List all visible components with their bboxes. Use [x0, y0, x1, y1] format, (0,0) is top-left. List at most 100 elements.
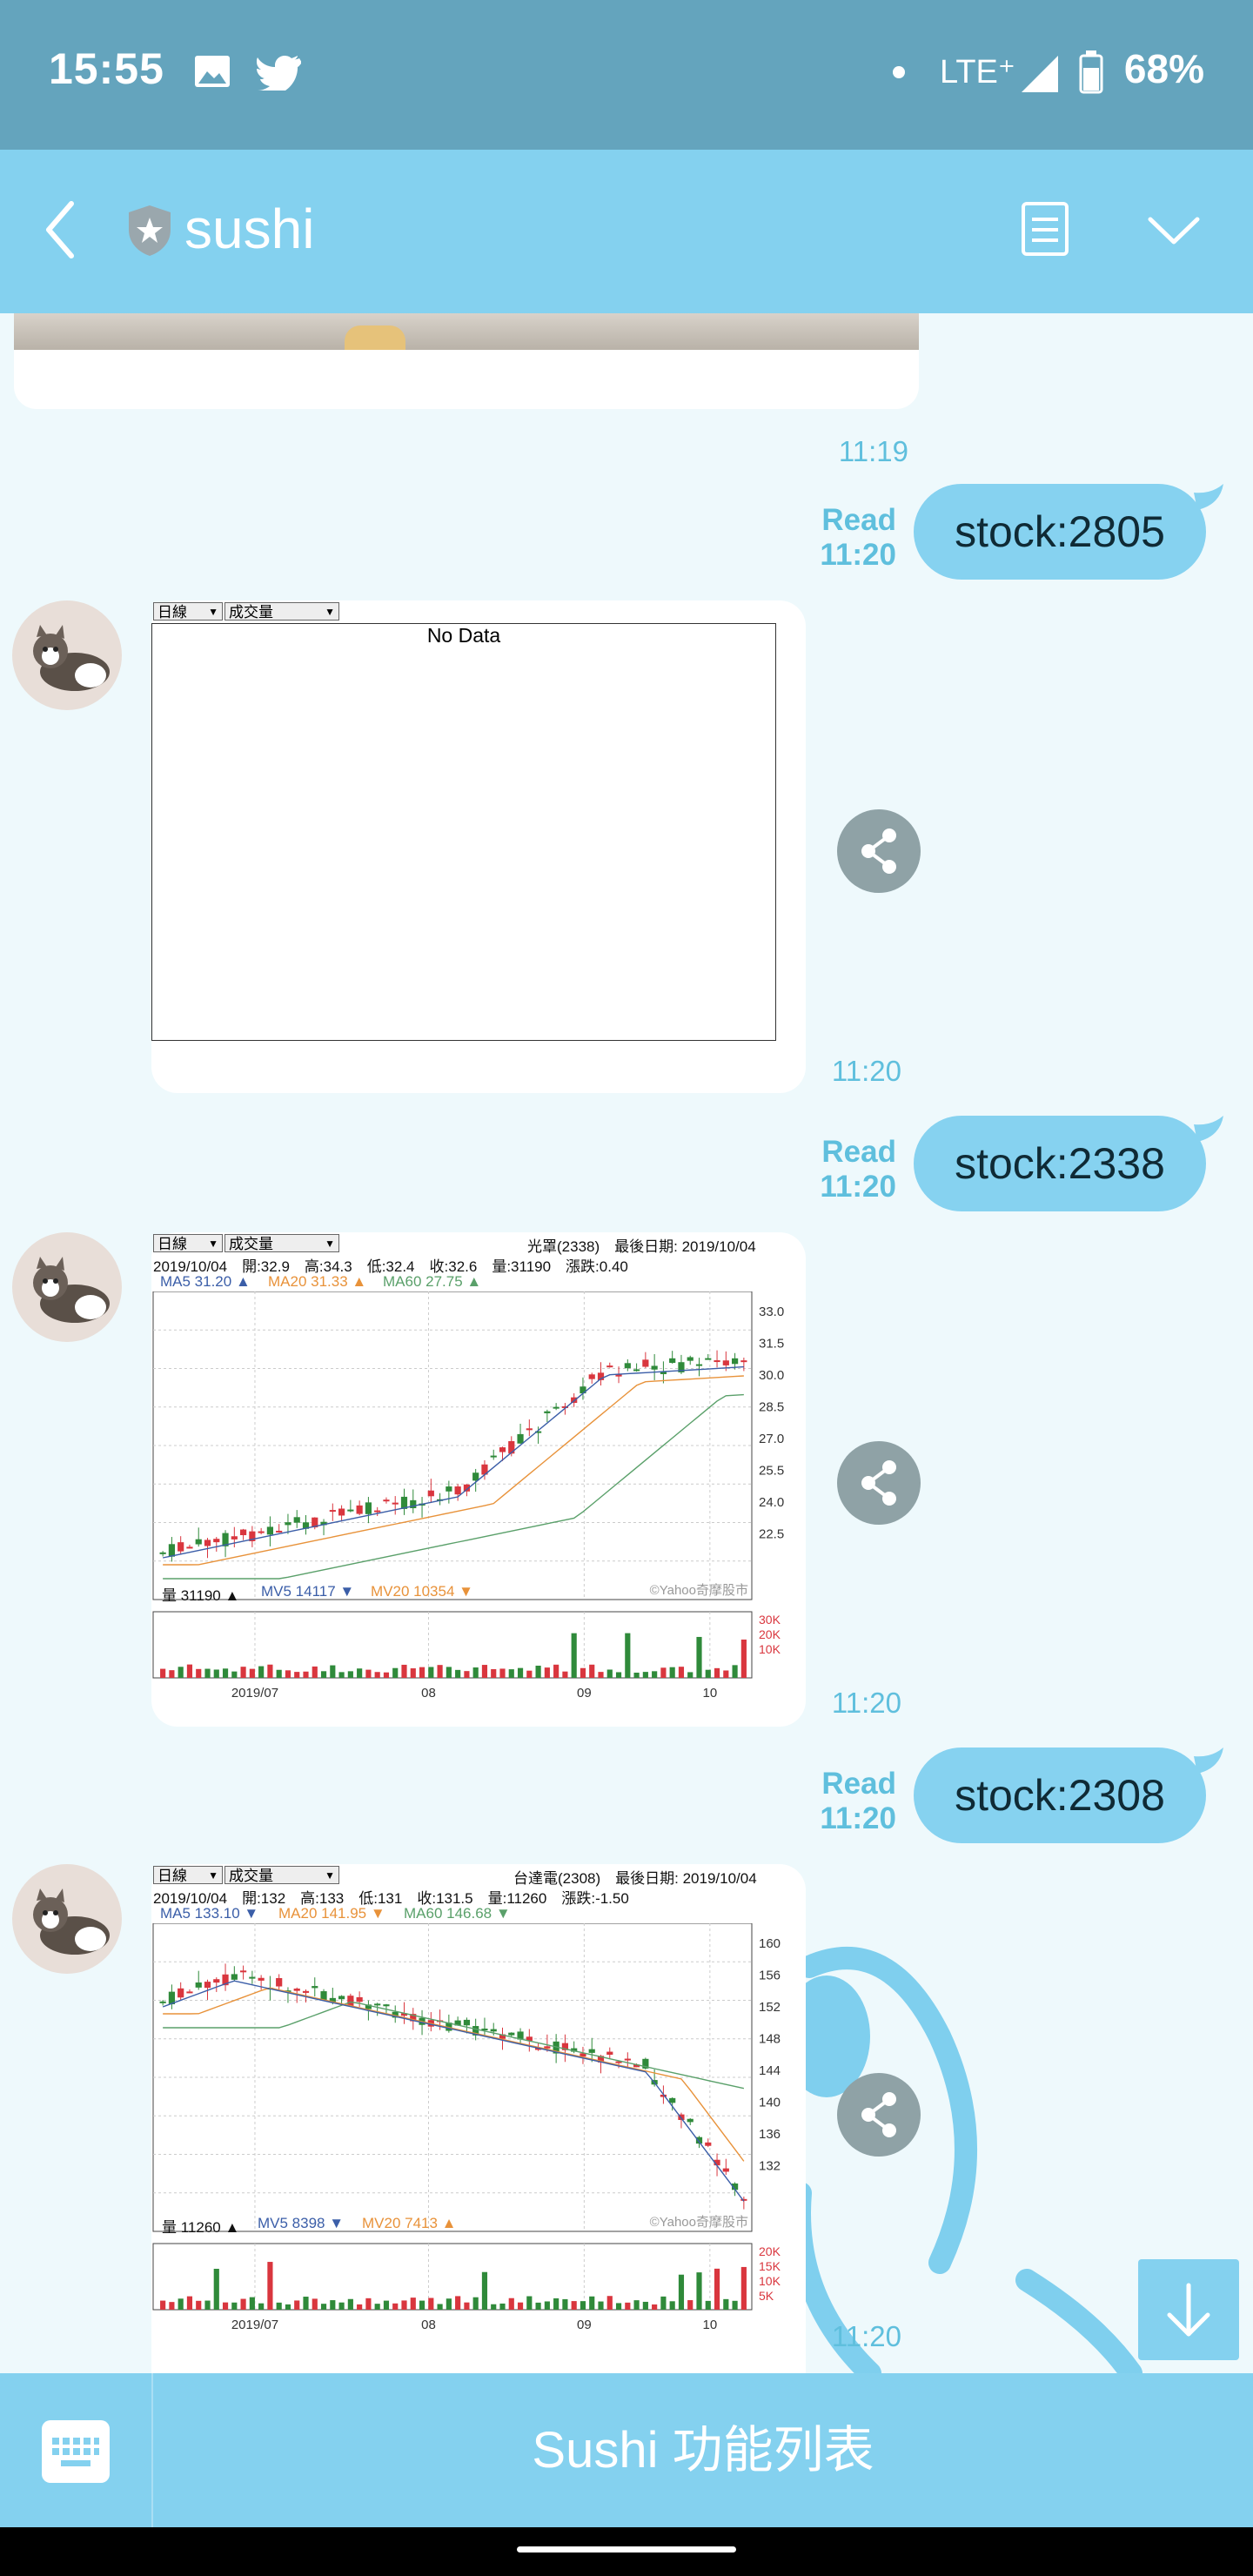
share-button[interactable]: [837, 1441, 921, 1525]
x-tick-label: 09: [577, 2318, 592, 2332]
candle-body: [285, 1522, 291, 1526]
volume-bar: [705, 1669, 711, 1678]
volume-bar: [687, 1672, 694, 1678]
candle-body: [544, 2046, 551, 2049]
photo-thumbnail[interactable]: [14, 313, 919, 350]
volume-bar: [589, 2296, 595, 2310]
volume-bar: [580, 2301, 586, 2310]
stock-chart-card[interactable]: 日線 ▼ 成交量 ▼ 光罩(2338) 最後日期: 2019/10/04 2019/…: [151, 1232, 806, 1727]
volume-bar: [455, 2296, 461, 2310]
candle-body: [588, 2049, 595, 2053]
chat-title: sushi: [184, 198, 315, 260]
volume-bar: [678, 1667, 685, 1678]
candle-body: [302, 1990, 310, 1993]
volume-bar: [517, 1667, 524, 1678]
arrow-down-icon: [1167, 2283, 1210, 2337]
volume-tick-label: 5K: [759, 2289, 774, 2303]
avatar[interactable]: [12, 1864, 122, 1974]
share-icon: [861, 828, 896, 874]
candle-body: [347, 1996, 354, 2006]
stock-chart-card[interactable]: 日線 ▼ 成交量 ▼ 台達電(2308) 最後日期: 2019/10/04 2019…: [151, 1864, 806, 2373]
volume-bar: [330, 2300, 336, 2310]
volume-bar: [642, 2301, 648, 2310]
candle-body: [588, 1374, 595, 1379]
volume-bar: [481, 1665, 488, 1678]
sent-message-bubble[interactable]: stock:2338: [914, 1116, 1206, 1211]
candle-body: [633, 1369, 640, 1372]
x-tick-label: 2019/07: [231, 1686, 278, 1701]
share-button[interactable]: [837, 2073, 921, 2157]
volume-bar: [419, 1667, 425, 1678]
volume-bar: [267, 2262, 273, 2310]
volume-bar: [464, 1671, 470, 1678]
share-button[interactable]: [837, 809, 921, 893]
battery-percent: 68%: [1123, 46, 1204, 91]
candle-body: [312, 1986, 318, 1989]
volume-bar: [669, 2301, 675, 2310]
indicator-select[interactable]: 成交量 ▼: [224, 602, 339, 621]
volume-bar: [365, 1669, 372, 1678]
candlestick-chart: 33.031.530.028.527.025.524.022.530K20K10…: [152, 1291, 784, 1701]
system-nav-bar: [0, 2527, 1253, 2576]
price-tick-label: 160: [759, 1936, 781, 1951]
candle-body: [293, 1517, 300, 1523]
volume-bar: [240, 2298, 246, 2310]
volume-bar: [598, 2301, 604, 2310]
ma60-label: MA60 146.68 ▼: [404, 1905, 511, 1922]
period-select[interactable]: 日線 ▼: [153, 1866, 223, 1884]
scroll-to-bottom-button[interactable]: [1138, 2259, 1239, 2360]
candle-body: [687, 2118, 694, 2123]
ma5-line: [162, 1980, 745, 2202]
home-indicator[interactable]: [517, 2546, 736, 2553]
volume-bar: [231, 2302, 238, 2310]
volume-bar: [357, 1668, 363, 1678]
function-menu-button[interactable]: Sushi 功能列表: [153, 2373, 1253, 2527]
volume-bar: [589, 1664, 595, 1678]
read-receipt: Read 11:20: [820, 503, 896, 572]
volume-bar: [598, 1672, 604, 1678]
stock-chart-card[interactable]: 日線 ▼ 成交量 ▼ No Data: [151, 600, 806, 1093]
status-time: 15:55: [49, 44, 164, 93]
candle-body: [740, 1360, 747, 1363]
candle-body: [383, 1499, 390, 1502]
avatar[interactable]: [12, 1232, 122, 1342]
candle-body: [213, 1539, 220, 1543]
image-message-card[interactable]: [14, 313, 919, 409]
avatar[interactable]: [12, 600, 122, 710]
chat-area[interactable]: 11:19 Read 11:20 stock:2805 日線 ▼ 成交量 ▼ No …: [0, 313, 1253, 2373]
ma5-label: MA5 31.20 ▲: [160, 1273, 251, 1290]
sent-message-bubble[interactable]: stock:2308: [914, 1748, 1206, 1843]
volume-bar: [213, 1669, 219, 1678]
volume-bar: [491, 2304, 497, 2310]
candle-body: [544, 1411, 551, 1413]
candle-body: [239, 1970, 247, 1973]
x-tick-label: 10: [702, 2318, 717, 2332]
no-data-text: No Data: [426, 624, 501, 647]
x-tick-label: 09: [577, 1686, 592, 1701]
candle-body: [463, 2019, 471, 2026]
status-bar: 15:55 LTE⁺ 68%: [0, 0, 1253, 150]
volume-bar: [231, 1671, 238, 1678]
read-receipt: Read 11:20: [820, 1135, 896, 1204]
volume-bar: [294, 1672, 300, 1678]
message-time: 11:20: [831, 2320, 901, 2352]
volume-bar: [303, 2297, 309, 2310]
indicator-select[interactable]: 成交量 ▼: [224, 1866, 339, 1884]
volume-bar: [499, 1668, 506, 1678]
volume-bar: [615, 2303, 622, 2310]
notes-icon[interactable]: [1020, 200, 1070, 262]
indicator-select[interactable]: 成交量 ▼: [224, 1234, 339, 1252]
volume-bar: [714, 2268, 720, 2310]
back-arrow-icon[interactable]: [42, 198, 77, 265]
price-tick-label: 136: [759, 2127, 781, 2142]
keyboard-toggle-button[interactable]: [42, 2420, 110, 2483]
volume-bar: [276, 1669, 282, 1678]
volume-bar: [428, 2298, 434, 2310]
chevron-down-icon[interactable]: [1147, 214, 1201, 252]
volume-bar: [740, 1639, 747, 1678]
bubble-tail: [1194, 1748, 1223, 1774]
period-select[interactable]: 日線 ▼: [153, 1234, 223, 1252]
sent-message-bubble[interactable]: stock:2805: [914, 484, 1206, 580]
period-select[interactable]: 日線 ▼: [153, 602, 223, 621]
volume-bar: [678, 2274, 685, 2310]
